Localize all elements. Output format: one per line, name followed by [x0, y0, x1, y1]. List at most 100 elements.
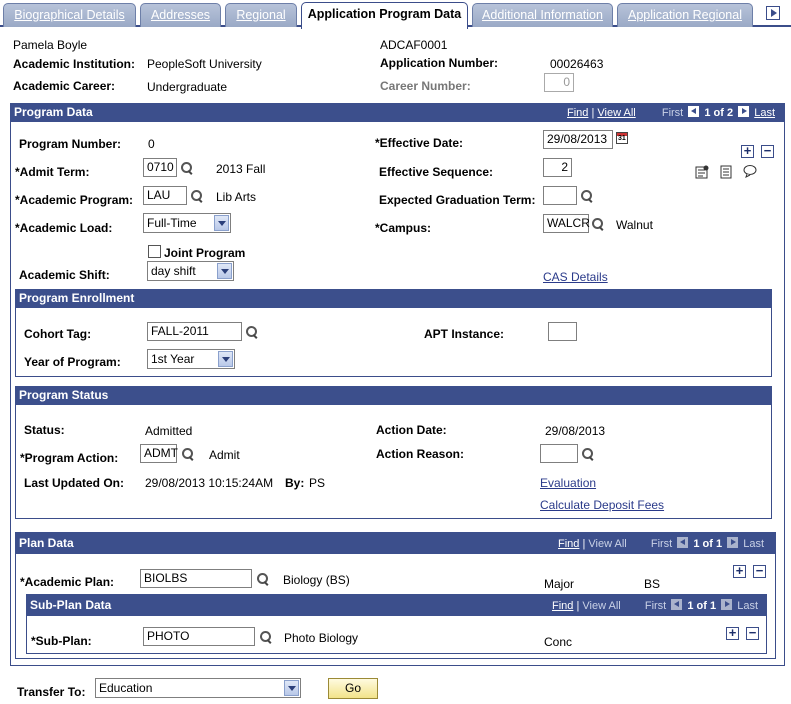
subplan-row-count: 1 of 1 — [687, 600, 717, 612]
effective-date-field[interactable]: 29/08/2013 — [543, 130, 613, 149]
go-button[interactable]: Go — [328, 678, 378, 699]
transfer-to-label: Transfer To: — [17, 685, 86, 699]
add-row-button[interactable]: + — [741, 144, 754, 158]
calendar-icon[interactable] — [616, 132, 628, 144]
subplan-data-nav: Find | View All First 1 of 1 Last — [552, 599, 759, 612]
next-tabs-arrow-icon[interactable] — [766, 6, 780, 20]
view-all-link[interactable]: View All — [597, 107, 635, 119]
first-label: First — [661, 107, 684, 119]
last-updated-label: Last Updated On: — [24, 476, 125, 490]
previous-arrow-icon[interactable] — [688, 106, 700, 117]
subplan-field[interactable]: PHOTO — [143, 627, 255, 646]
effective-date-label: *Effective Date: — [375, 136, 464, 150]
exp-grad-field[interactable] — [543, 186, 577, 205]
plan-view-all[interactable]: View All — [588, 538, 626, 550]
exp-grad-label: Expected Graduation Term: — [379, 193, 536, 207]
subplan-find-link[interactable]: Find — [552, 600, 573, 612]
transfer-to-value: Education — [99, 681, 153, 695]
campus-label: *Campus: — [375, 221, 432, 235]
tab-application-regional[interactable]: Application Regional — [617, 3, 753, 27]
last-link[interactable]: Last — [754, 107, 775, 119]
subplan-last-label[interactable]: Last — [737, 600, 758, 612]
program-action-field[interactable]: ADMT — [140, 444, 178, 463]
subplan-first-label: First — [644, 600, 667, 612]
year-of-program-value: 1st Year — [151, 352, 195, 366]
app-number-label: Application Number: — [380, 56, 499, 70]
plan-find-link[interactable]: Find — [558, 538, 579, 550]
last-updated-value: 29/08/2013 10:15:24AM — [145, 476, 274, 490]
delete-row-button[interactable]: − — [761, 144, 774, 158]
admit-term-field[interactable]: 0710 — [143, 158, 177, 177]
year-of-program-select[interactable]: 1st Year — [147, 349, 235, 369]
chevron-down-icon[interactable] — [214, 215, 229, 231]
career-value: Undergraduate — [147, 80, 228, 94]
subplan-previous-arrow-icon[interactable] — [671, 599, 683, 610]
student-name: Pamela Boyle — [13, 38, 88, 52]
institution-label: Academic Institution: — [13, 57, 136, 71]
campus-search-icon[interactable] — [591, 217, 605, 231]
exp-grad-search-icon[interactable] — [580, 189, 594, 203]
subplan-add-row-button[interactable]: + — [726, 626, 739, 640]
academic-program-field[interactable]: LAU — [143, 186, 187, 205]
year-of-program-label: Year of Program: — [24, 355, 121, 369]
tab-regional[interactable]: Regional — [225, 3, 297, 27]
academic-plan-field[interactable]: BIOLBS — [140, 569, 252, 588]
subplan-label: *Sub-Plan: — [31, 634, 92, 648]
joint-program-checkbox[interactable] — [148, 245, 161, 258]
subplan-next-arrow-icon[interactable] — [721, 599, 733, 610]
find-link[interactable]: Find — [567, 107, 588, 119]
subplan-data-title: Sub-Plan Data — [30, 598, 112, 612]
tab-additional-information[interactable]: Additional Information — [472, 3, 613, 27]
plan-data-nav: Find | View All First 1 of 1 Last — [558, 537, 765, 550]
status-value: Admitted — [145, 424, 193, 438]
chevron-down-icon[interactable] — [284, 680, 299, 696]
program-number-label: Program Number: — [19, 137, 122, 151]
program-enrollment-header: Program Enrollment — [15, 289, 772, 308]
document-icon[interactable] — [719, 165, 733, 179]
campus-field[interactable]: WALCR — [543, 214, 590, 233]
action-date-label: Action Date: — [376, 423, 447, 437]
academic-load-value: Full-Time — [147, 216, 197, 230]
subplan-delete-row-button[interactable]: − — [746, 626, 759, 640]
plan-next-arrow-icon[interactable] — [727, 537, 739, 548]
plan-add-row-button[interactable]: + — [733, 564, 746, 578]
apt-instance-field[interactable] — [548, 322, 577, 341]
campus-desc: Walnut — [616, 218, 653, 232]
plan-row-count: 1 of 1 — [693, 538, 723, 550]
chevron-down-icon[interactable] — [218, 351, 233, 367]
tab-addresses[interactable]: Addresses — [140, 3, 221, 27]
subplan-search-icon[interactable] — [259, 630, 273, 644]
cohort-tag-field[interactable]: FALL-2011 — [147, 322, 242, 341]
program-action-search-icon[interactable] — [181, 447, 195, 461]
academic-shift-value: day shift — [151, 264, 196, 278]
academic-load-select[interactable]: Full-Time — [143, 213, 231, 233]
comment-icon[interactable] — [743, 164, 757, 178]
notepad-icon[interactable] — [695, 165, 709, 179]
cohort-tag-search-icon[interactable] — [245, 325, 259, 339]
cas-details-link[interactable]: CAS Details — [543, 270, 608, 284]
calculate-deposit-fees-link[interactable]: Calculate Deposit Fees — [540, 498, 664, 512]
admit-term-label: *Admit Term: — [15, 165, 90, 179]
tab-biographical-details[interactable]: Biographical Details — [3, 3, 136, 27]
effective-seq-field[interactable]: 2 — [543, 158, 572, 177]
tab-application-program-data[interactable]: Application Program Data — [301, 2, 468, 29]
academic-program-search-icon[interactable] — [190, 189, 204, 203]
program-action-label: *Program Action: — [20, 451, 119, 465]
evaluation-link[interactable]: Evaluation — [540, 476, 596, 490]
admit-term-search-icon[interactable] — [180, 161, 194, 175]
chevron-down-icon[interactable] — [217, 263, 232, 279]
academic-shift-select[interactable]: day shift — [147, 261, 234, 281]
action-reason-field[interactable] — [540, 444, 578, 463]
career-label: Academic Career: — [13, 79, 116, 93]
action-date-value: 29/08/2013 — [545, 424, 606, 438]
plan-last-label[interactable]: Last — [743, 538, 764, 550]
subplan-view-all[interactable]: View All — [582, 600, 620, 612]
next-arrow-icon[interactable] — [738, 106, 750, 117]
action-reason-search-icon[interactable] — [581, 447, 595, 461]
transfer-to-select[interactable]: Education — [95, 678, 301, 698]
academic-plan-search-icon[interactable] — [256, 572, 270, 586]
plan-delete-row-button[interactable]: − — [753, 564, 766, 578]
program-number-value: 0 — [148, 137, 155, 151]
program-status-title: Program Status — [19, 388, 109, 402]
plan-previous-arrow-icon[interactable] — [677, 537, 689, 548]
